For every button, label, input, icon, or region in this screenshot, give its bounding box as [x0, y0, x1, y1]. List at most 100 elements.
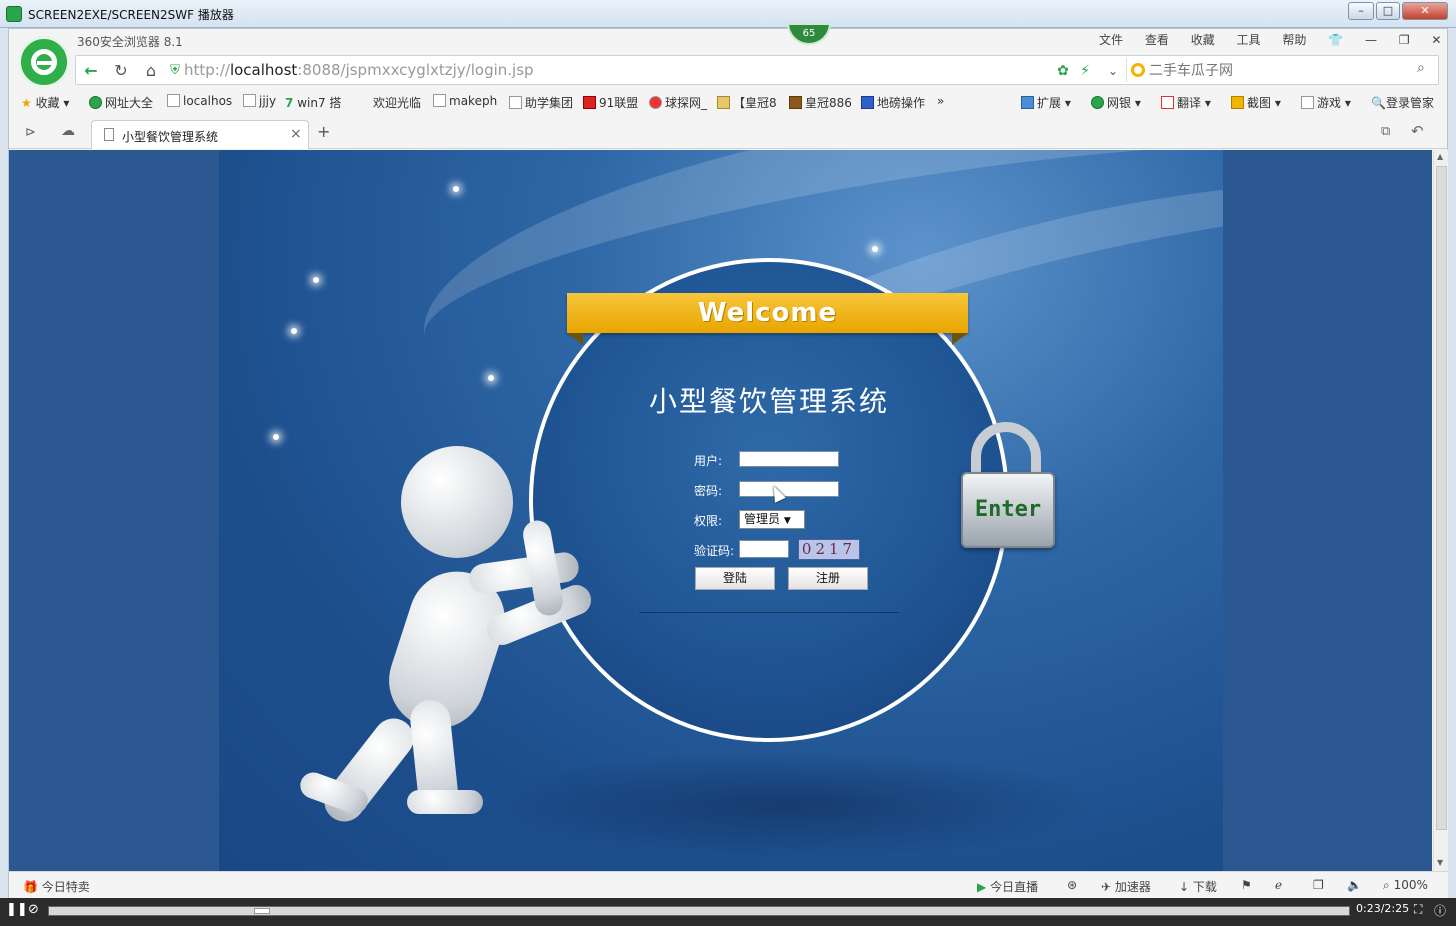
translate-icon	[1161, 96, 1174, 109]
bookmark-favorites[interactable]: ★ 收藏 ▾	[21, 94, 69, 111]
shield-icon: ⛨	[170, 63, 180, 78]
ext-games[interactable]: 游戏 ▾	[1301, 94, 1351, 111]
gamepad-icon	[1301, 96, 1314, 109]
deals-link[interactable]: 🎁 今日特卖	[23, 878, 90, 895]
enter-lock[interactable]: Enter	[961, 420, 1055, 550]
chevron-down-icon: ▼	[783, 516, 791, 526]
bookmark-91[interactable]: 91联盟	[583, 94, 638, 111]
player-progress-thumb[interactable]	[254, 908, 270, 914]
captcha-input[interactable]	[739, 540, 789, 558]
password-input[interactable]	[739, 481, 839, 497]
window-min-icon[interactable]: —	[1365, 33, 1377, 47]
ext-login-manager[interactable]: 🔍登录管家	[1371, 94, 1434, 111]
login-button[interactable]: 登陆	[695, 567, 775, 590]
ext-bank[interactable]: 网银 ▾	[1091, 94, 1141, 111]
home-icon[interactable]: ⌂	[140, 60, 162, 82]
bookmark-dibang[interactable]: 地磅操作	[861, 94, 925, 111]
back-arrow-icon[interactable]: ←	[80, 60, 102, 82]
bookmark-label: jjjy	[259, 94, 277, 108]
star-icon	[273, 434, 279, 440]
ext-extensions[interactable]: 扩展 ▾	[1021, 94, 1071, 111]
speed-badge[interactable]: 65	[787, 23, 831, 45]
live-link[interactable]: ▶ 今日直播	[977, 878, 1038, 895]
gift-icon: 🎁	[23, 880, 38, 894]
undo-close-icon[interactable]: ↶	[1411, 122, 1424, 140]
ext-label: 翻译	[1177, 96, 1202, 110]
bookmark-hg886[interactable]: 皇冠886	[789, 94, 852, 111]
ie-icon[interactable]: ℯ	[1275, 878, 1282, 892]
url-field[interactable]: http://localhost:8088/jspmxxcyglxtzjy/lo…	[184, 56, 534, 84]
player-progress-track[interactable]	[48, 906, 1350, 916]
menu-favorites[interactable]: 收藏	[1191, 31, 1215, 48]
bookmark-sites[interactable]: 网址大全	[89, 94, 153, 111]
search-icon[interactable]: ⌕	[1417, 60, 1425, 76]
page-content: Welcome 小型餐饮管理系统 用户: 密码: 权限: 管理员 ▼ 验证码: …	[9, 150, 1432, 871]
player-time: 0:23/2:25	[1356, 902, 1410, 915]
password-label: 密码:	[694, 484, 723, 498]
bookmark-jjjy[interactable]: jjjy	[243, 94, 276, 108]
bookmark-welcome[interactable]: 欢迎光临	[373, 94, 421, 111]
login-background: Welcome 小型餐饮管理系统 用户: 密码: 权限: 管理员 ▼ 验证码: …	[219, 150, 1223, 871]
window-restore-icon[interactable]: ❐	[1399, 33, 1410, 47]
more-bookmarks-icon[interactable]: »	[937, 94, 944, 108]
tab-list-icon[interactable]: ⧉	[1381, 124, 1390, 139]
search-engine-icon[interactable]	[1131, 63, 1145, 77]
speed-icon[interactable]: ⊛	[1067, 878, 1077, 892]
pause-icon[interactable]: ❚❚	[6, 902, 28, 917]
window-close-icon[interactable]: ✕	[1431, 33, 1441, 47]
speedup-icon[interactable]: ✿	[1052, 60, 1074, 82]
bookmark-zhuxue[interactable]: 助学集团	[509, 94, 573, 111]
menu-file[interactable]: 文件	[1099, 31, 1123, 48]
bookmark-qiutan[interactable]: 球探网_	[649, 94, 707, 111]
new-tab-icon[interactable]: +	[317, 122, 330, 141]
scissors-icon	[1231, 96, 1244, 109]
role-select[interactable]: 管理员 ▼	[739, 510, 805, 529]
menu-tools[interactable]: 工具	[1237, 31, 1261, 48]
bookmark-hg8[interactable]: 【皇冠8	[717, 94, 777, 111]
download-link[interactable]: ↓ 下载	[1179, 878, 1217, 895]
chevron-down-icon[interactable]: ⌄	[1102, 60, 1124, 82]
bookmark-makeph[interactable]: makeph	[433, 94, 497, 108]
maximize-button[interactable]: □	[1376, 2, 1400, 20]
flag-icon[interactable]: ⚑	[1241, 878, 1252, 892]
page-icon	[243, 94, 256, 107]
site-icon	[583, 96, 596, 109]
sidebar-toggle-icon[interactable]: ⊳	[25, 125, 36, 140]
ext-label: 扩展	[1037, 96, 1062, 110]
register-button[interactable]: 注册	[788, 567, 868, 590]
page-icon	[167, 94, 180, 107]
volume-icon[interactable]: 🔈	[1347, 878, 1362, 892]
scroll-up-icon[interactable]: ▲	[1437, 152, 1443, 161]
captcha-image[interactable]: 0217	[798, 539, 860, 560]
bookmark-label: 【皇冠8	[733, 96, 777, 110]
fullscreen-icon[interactable]: ⛶	[1414, 902, 1422, 917]
lightning-icon[interactable]: ⚡	[1074, 60, 1096, 82]
info-icon[interactable]: ⓘ	[1434, 902, 1446, 919]
scrollbar-thumb[interactable]	[1436, 166, 1447, 830]
username-input[interactable]	[739, 451, 839, 467]
menu-help[interactable]: 帮助	[1282, 31, 1306, 48]
cloud-icon[interactable]: ☁	[61, 123, 75, 139]
stop-icon[interactable]: ⊘	[28, 902, 39, 917]
key-icon: 🔍	[1371, 96, 1386, 110]
ext-translate[interactable]: 翻译 ▾	[1161, 94, 1211, 111]
minimize-button[interactable]: –	[1348, 2, 1374, 20]
refresh-icon[interactable]: ↻	[110, 60, 132, 82]
bookmark-localhost[interactable]: localhos	[167, 94, 232, 108]
bookmark-label: 收藏	[35, 96, 60, 110]
zoom-label: 100%	[1393, 878, 1428, 892]
seven-icon: 7	[285, 96, 294, 110]
scroll-down-icon[interactable]: ▼	[1437, 858, 1443, 867]
tab-close-icon[interactable]: ×	[290, 126, 302, 142]
bookmark-win7[interactable]: 7 win7 搭	[285, 94, 341, 111]
close-button[interactable]: ✕	[1402, 2, 1448, 20]
vertical-scrollbar[interactable]: ▲ ▼	[1433, 150, 1448, 871]
search-input[interactable]	[1149, 60, 1399, 80]
tab-active[interactable]: 小型餐饮管理系统 ×	[91, 120, 309, 149]
ext-screenshot[interactable]: 截图 ▾	[1231, 94, 1281, 111]
zoom-control[interactable]: ⌕ 100%	[1383, 878, 1428, 893]
accelerator-link[interactable]: ✈ 加速器	[1101, 878, 1151, 895]
menu-view[interactable]: 查看	[1145, 31, 1169, 48]
window-icon[interactable]: ❐	[1313, 878, 1324, 892]
shirt-icon[interactable]: 👕	[1328, 33, 1343, 47]
